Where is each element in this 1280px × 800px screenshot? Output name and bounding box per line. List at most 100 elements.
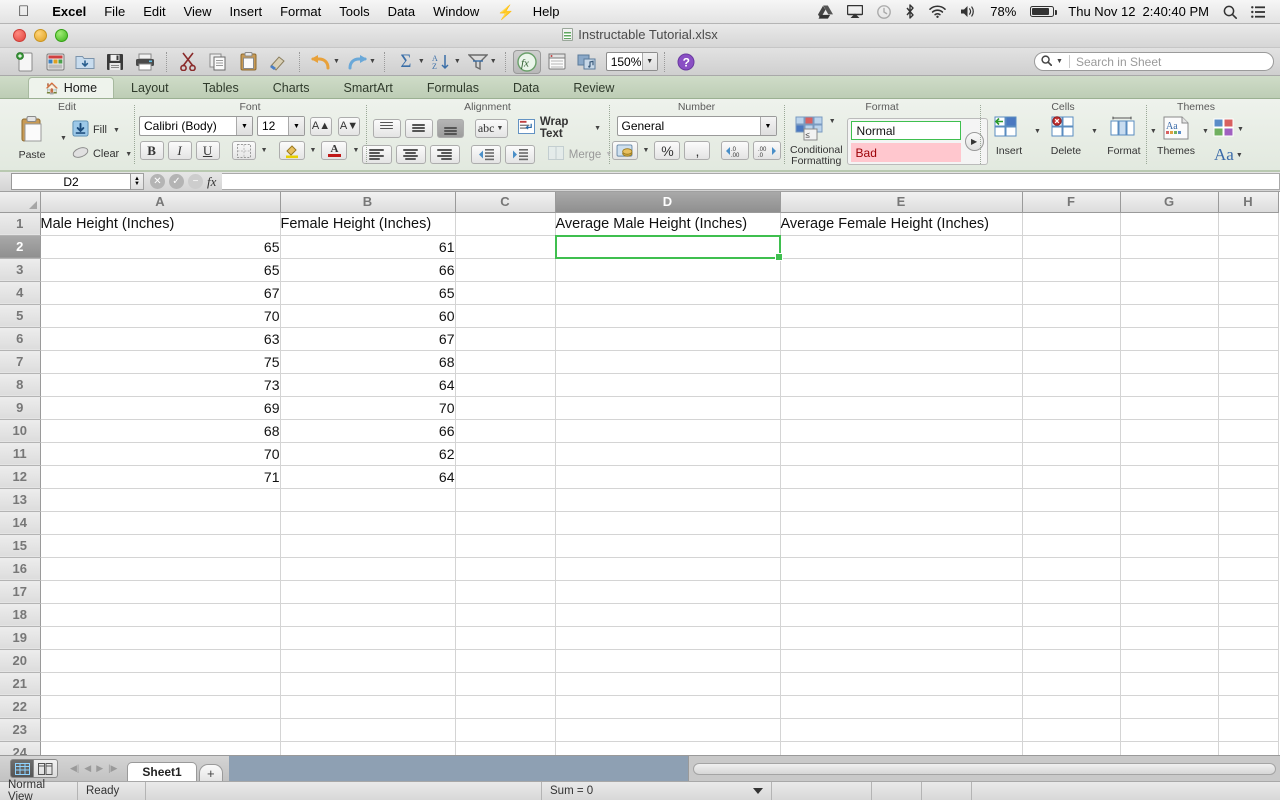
cell-C19[interactable] [455,626,556,650]
normal-view-icon[interactable] [10,759,34,778]
cell-D22[interactable] [555,695,781,719]
row-header-6[interactable]: 6 [0,327,41,351]
percent-style-button[interactable]: % [654,141,681,160]
undo-dropdown-arrow[interactable]: ▼ [333,58,340,65]
cell-A3[interactable]: 65 [40,258,281,282]
column-header-g[interactable]: G [1120,192,1219,213]
fill-color-icon[interactable] [278,141,305,160]
cell-C2[interactable] [455,235,556,259]
cell-A14[interactable] [40,511,281,535]
tab-home[interactable]: 🏠 Home [28,77,115,98]
cell-H21[interactable] [1218,672,1279,696]
currency-icon[interactable] [611,141,638,160]
cell-F8[interactable] [1022,373,1121,397]
cell-G12[interactable] [1120,465,1219,489]
cell-D10[interactable] [555,419,781,443]
insert-dropdown-arrow[interactable]: ▼ [1034,128,1041,135]
cell-H14[interactable] [1218,511,1279,535]
conditional-formatting-label[interactable]: Conditional Formatting [790,145,843,167]
cell-F9[interactable] [1022,396,1121,420]
zoom-control[interactable]: 150% ▼ [605,52,658,71]
media-browser-button[interactable] [573,50,601,74]
cell-A15[interactable] [40,534,281,558]
decrease-decimal-icon[interactable]: .0.00 [721,141,750,160]
column-header-c[interactable]: C [455,192,556,213]
redo-dropdown-arrow[interactable]: ▼ [369,58,376,65]
cell-B5[interactable]: 60 [280,304,456,328]
align-top-icon[interactable] [373,118,401,138]
cell-A20[interactable] [40,649,281,673]
cell-D4[interactable] [555,281,781,305]
cell-D7[interactable] [555,350,781,374]
paste-dropdown-arrow[interactable]: ▼ [60,135,67,142]
font-name-arrow[interactable]: ▼ [236,117,252,135]
cell-H3[interactable] [1218,258,1279,282]
cell-A6[interactable]: 63 [40,327,281,351]
cell-G11[interactable] [1120,442,1219,466]
themes-dropdown-arrow[interactable]: ▼ [1202,128,1209,135]
cell-A10[interactable]: 68 [40,419,281,443]
row-header-11[interactable]: 11 [0,442,41,466]
cell-A2[interactable]: 65 [40,235,281,259]
column-header-h[interactable]: H [1218,192,1279,213]
cell-C20[interactable] [455,649,556,673]
align-center-icon[interactable] [395,145,426,164]
cell-E23[interactable] [780,718,1023,742]
horizontal-scrollbar[interactable] [688,755,1280,782]
cell-H24[interactable] [1218,741,1279,755]
font-color-dropdown-arrow[interactable]: ▼ [352,147,359,154]
cell-G7[interactable] [1120,350,1219,374]
cell-F19[interactable] [1022,626,1121,650]
save-button[interactable] [101,50,129,74]
cell-E12[interactable] [780,465,1023,489]
cell-G22[interactable] [1120,695,1219,719]
fill-color-dropdown-arrow[interactable]: ▼ [310,147,317,154]
menu-item-excel[interactable]: Excel [43,0,95,24]
open-gallery-button[interactable] [41,50,69,74]
cell-D1[interactable]: Average Male Height (Inches) [555,212,781,236]
cell-E5[interactable] [780,304,1023,328]
cell-H7[interactable] [1218,350,1279,374]
cell-B18[interactable] [280,603,456,627]
apple-menu-icon[interactable]:  [0,4,43,19]
cell-A21[interactable] [40,672,281,696]
copy-button[interactable] [204,50,232,74]
format-painter-button[interactable] [264,50,292,74]
cell-A23[interactable] [40,718,281,742]
comma-style-button[interactable]: , [684,141,711,160]
cell-F6[interactable] [1022,327,1121,351]
cell-D23[interactable] [555,718,781,742]
cell-D16[interactable] [555,557,781,581]
cell-F17[interactable] [1022,580,1121,604]
row-header-18[interactable]: 18 [0,603,41,627]
formula-input[interactable] [222,173,1280,190]
cut-button[interactable] [174,50,202,74]
cell-F10[interactable] [1022,419,1121,443]
cell-E2[interactable] [780,235,1023,259]
name-box-stepper[interactable]: ▲ ▼ [131,173,144,190]
cell-E6[interactable] [780,327,1023,351]
cell-B4[interactable]: 65 [280,281,456,305]
cell-H20[interactable] [1218,649,1279,673]
cell-H15[interactable] [1218,534,1279,558]
cell-E19[interactable] [780,626,1023,650]
align-left-icon[interactable] [361,145,392,164]
cell-G18[interactable] [1120,603,1219,627]
cell-C8[interactable] [455,373,556,397]
cell-B12[interactable]: 64 [280,465,456,489]
theme-colors-dropdown-arrow[interactable]: ▼ [1237,126,1244,133]
tab-review[interactable]: Review [556,77,631,98]
row-header-16[interactable]: 16 [0,557,41,581]
fill-dropdown-arrow[interactable]: ▼ [113,127,120,134]
cell-E4[interactable] [780,281,1023,305]
cell-E16[interactable] [780,557,1023,581]
cell-G1[interactable] [1120,212,1219,236]
wrap-text-icon[interactable] [517,119,535,137]
horizontal-scroll-thumb[interactable] [693,762,1276,775]
paste-button[interactable] [234,50,262,74]
cell-H23[interactable] [1218,718,1279,742]
cell-H12[interactable] [1218,465,1279,489]
new-workbook-button[interactable] [11,50,39,74]
cell-F16[interactable] [1022,557,1121,581]
cell-C5[interactable] [455,304,556,328]
